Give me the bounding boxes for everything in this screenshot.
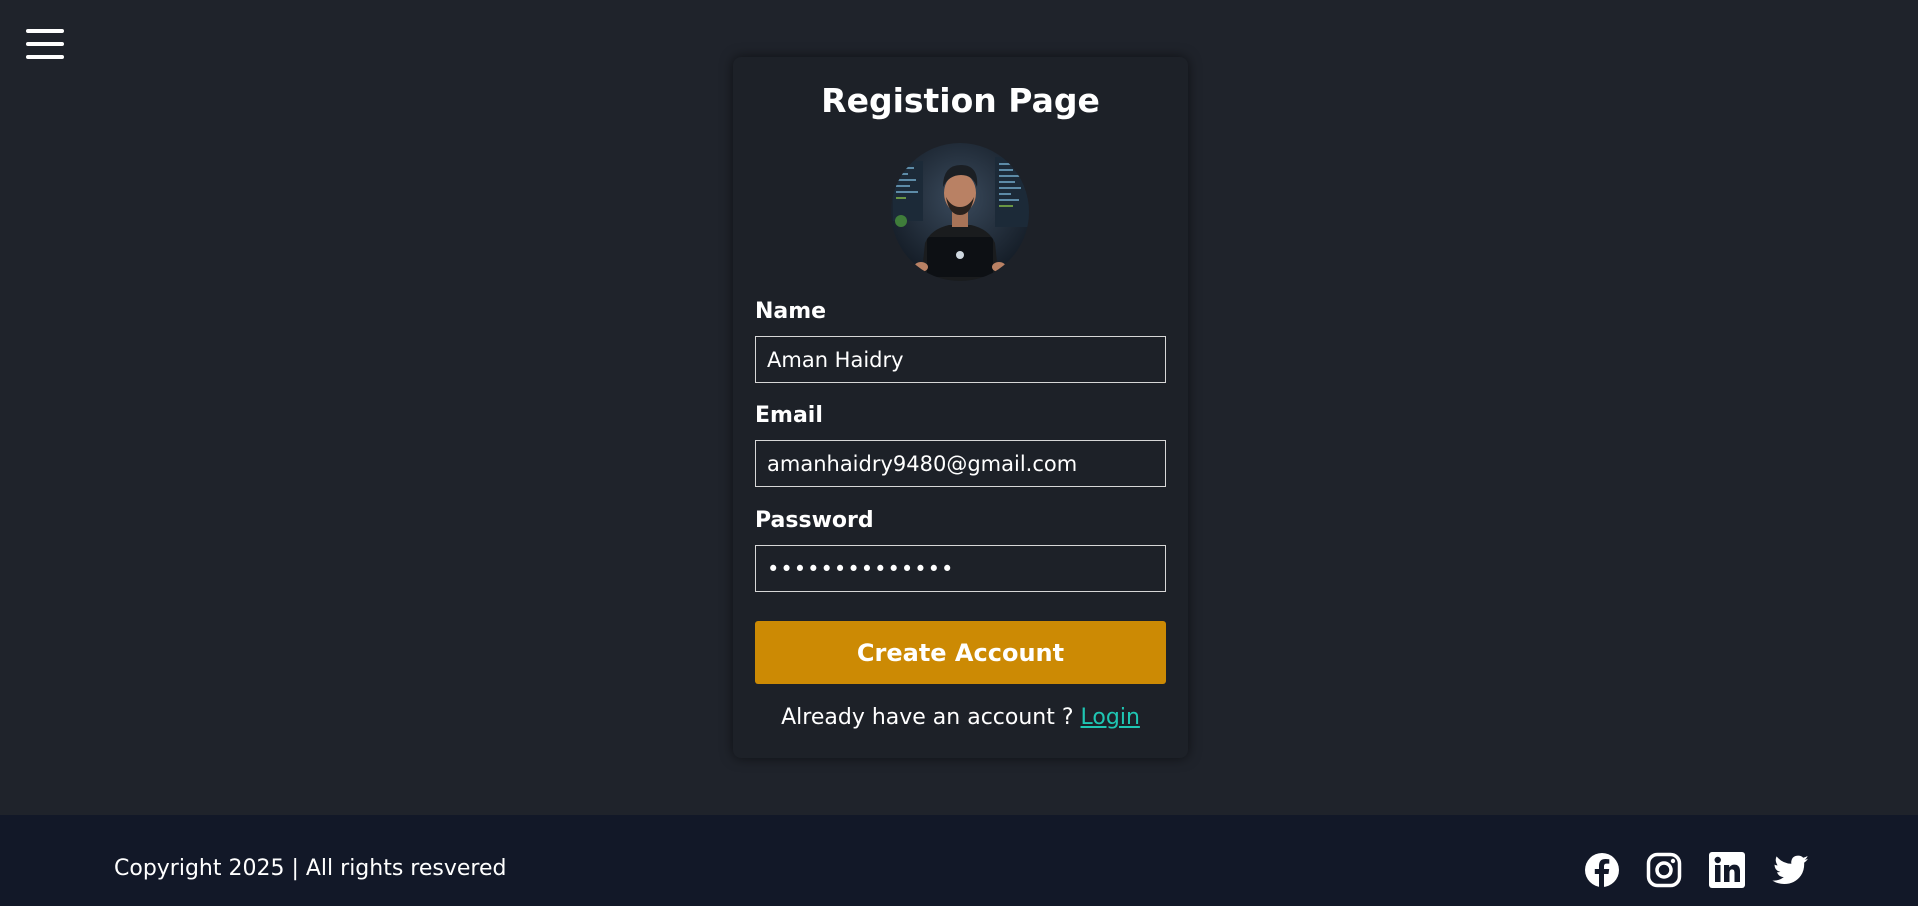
registration-card: Registion Page Name Aman Haidry Email am… [733,57,1188,758]
login-prompt-text: Already have an account ? [781,705,1081,730]
email-label: Email [755,403,823,428]
name-field[interactable] [755,336,1166,383]
linkedin-icon[interactable] [1709,852,1745,888]
copyright-text: Copyright 2025 | All rights resvered [114,856,507,881]
password-label: Password [755,508,874,533]
twitter-icon[interactable] [1771,852,1809,888]
login-prompt: Already have an account ? Login [733,705,1188,730]
login-link[interactable]: Login [1081,705,1140,730]
page-title: Registion Page [821,81,1100,120]
footer: Copyright 2025 | All rights resvered [0,815,1918,906]
name-label: Name [755,299,827,324]
password-field[interactable] [755,545,1166,592]
avatar [891,143,1029,281]
avatar-image [891,143,1029,281]
hamburger-menu-icon[interactable] [26,29,64,59]
create-account-button[interactable]: Create Account [755,621,1166,684]
email-field[interactable] [755,440,1166,487]
instagram-icon[interactable] [1646,852,1682,888]
facebook-icon[interactable] [1584,852,1620,888]
